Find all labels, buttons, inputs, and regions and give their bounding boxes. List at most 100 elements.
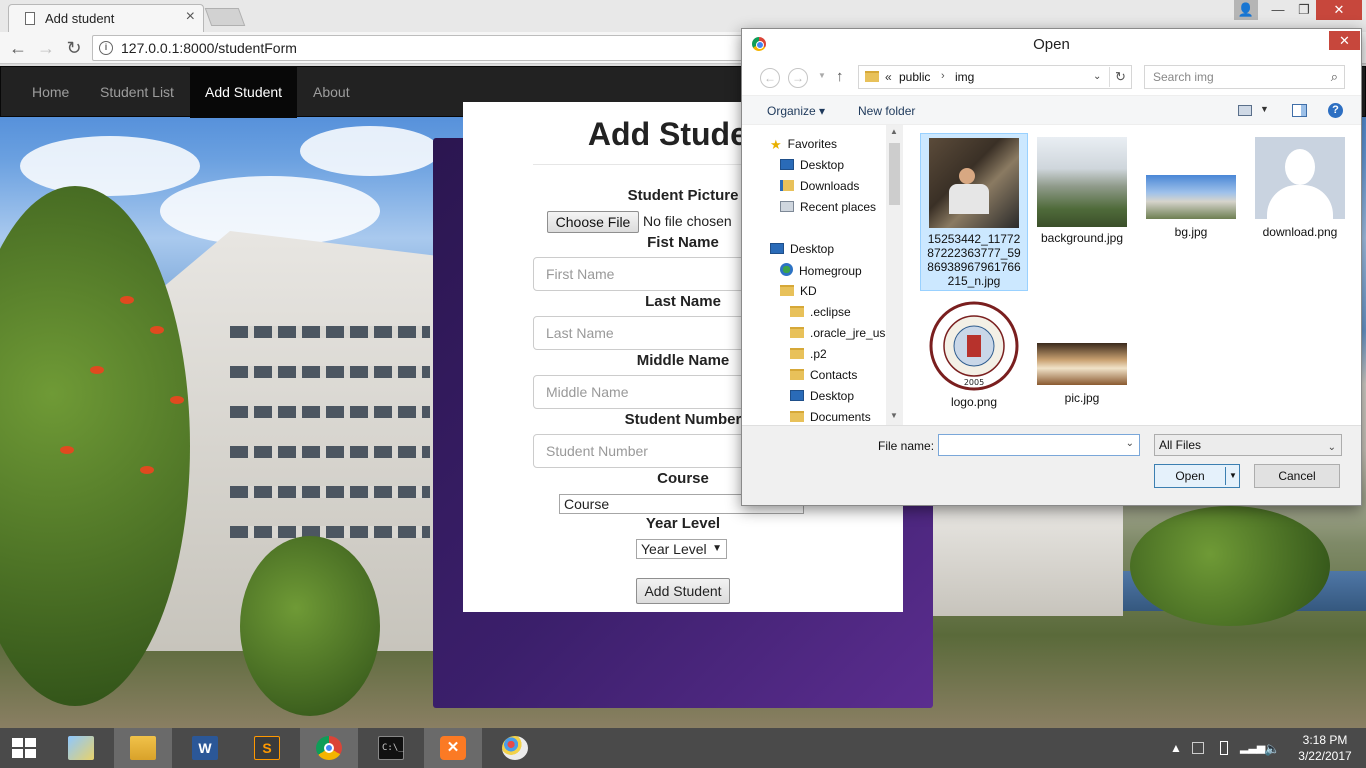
file-name: 15253442_1177287222363777_59869389679617… [927,232,1021,288]
tree-item-label: KD [800,284,817,298]
browser-tab[interactable]: Add student × [8,4,204,32]
system-clock[interactable]: 3:18 PM 3/22/2017 [1290,732,1360,764]
tree-item-oracle-jre[interactable]: .oracle_jre_usa [790,326,892,340]
cloud-decoration [300,126,440,176]
forward-button[interactable]: → [34,36,58,60]
minimize-button[interactable]: — [1264,0,1292,20]
start-button[interactable] [0,728,50,768]
search-input[interactable]: Search img ⌕ [1144,65,1345,89]
taskbar-file-manager[interactable] [114,728,172,768]
year-level-select[interactable]: Year Level ▼ [636,539,727,559]
file-item[interactable]: pic.jpg [1028,297,1136,405]
leaf-decoration [150,326,164,334]
path-segment-img[interactable]: img [955,70,974,84]
building-windows [230,406,430,418]
forward-arrow-icon[interactable]: → [788,68,808,88]
taskbar: W S C:\_ ✕ ▲ ▂▃▅ 🔈 3:18 PM 3/22/2017 [0,728,1366,768]
file-item[interactable]: 2005 logo.png [920,297,1028,409]
new-folder-button[interactable]: New folder [858,104,915,118]
tab-close-icon[interactable]: × [186,8,195,26]
address-bar[interactable]: i 127.0.0.1:8000/studentForm [92,35,752,61]
preview-pane-icon[interactable] [1292,104,1307,117]
tree-item-kd[interactable]: KD [780,284,817,298]
nav-student-list[interactable]: Student List [85,67,189,118]
file-item[interactable]: background.jpg [1028,133,1136,245]
nav-about[interactable]: About [298,67,365,118]
taskbar-sublime[interactable]: S [238,728,296,768]
chevron-down-icon[interactable]: ⌄ [1126,438,1134,449]
open-dropdown-icon[interactable]: ▼ [1227,465,1239,487]
taskbar-command-prompt[interactable]: C:\_ [362,728,420,768]
action-center-icon[interactable] [1192,742,1204,754]
file-name: logo.png [950,395,998,409]
open-button[interactable]: Open ▼ [1154,464,1240,488]
window-close-button[interactable]: ✕ [1316,0,1362,20]
info-icon[interactable]: i [99,41,113,55]
photo-thumbnail [929,138,1019,228]
file-item[interactable]: bg.jpg [1137,133,1245,239]
scroll-up-icon[interactable]: ▲ [890,127,898,136]
organize-button[interactable]: Organize ▾ [767,104,825,118]
taskbar-word[interactable]: W [176,728,234,768]
path-segment-public[interactable]: public [899,70,930,84]
seal-year: 2005 [964,378,984,387]
navigation-scrollbar[interactable]: ▲ ▼ [886,125,903,425]
maximize-button[interactable]: ❐ [1292,0,1316,20]
view-options-icon[interactable] [1238,105,1252,116]
refresh-icon[interactable]: ↻ [1115,69,1126,85]
chevron-down-icon[interactable]: ⌄ [1093,71,1101,82]
tree-item-contacts[interactable]: Contacts [790,368,857,382]
taskbar-xampp[interactable]: ✕ [424,728,482,768]
word-icon: W [192,736,218,760]
tree-item-homegroup[interactable]: Homegroup [780,263,862,278]
path-overflow[interactable]: « [885,70,892,84]
show-hidden-icons[interactable]: ▲ [1170,741,1182,755]
new-tab-button[interactable] [204,8,246,26]
cancel-button[interactable]: Cancel [1254,464,1340,488]
image-thumbnail [1037,343,1127,385]
tree-item-recent-places[interactable]: Recent places [780,200,876,214]
image-thumbnail [1037,137,1127,227]
file-item[interactable]: download.png [1246,133,1354,239]
up-arrow-icon[interactable]: ↑ [836,68,844,85]
choose-file-button[interactable]: Choose File [547,211,639,233]
navigation-pane: ★ Favorites Desktop Downloads Recent plac… [742,125,902,425]
file-name: bg.jpg [1174,225,1208,239]
chrome-icon [316,736,342,760]
tree-item-favorites[interactable]: ★ Favorites [770,137,838,152]
tree-item-label: Recent places [800,200,877,214]
taskbar-chrome[interactable] [300,728,358,768]
tree-item-desktop[interactable]: Desktop [780,158,844,172]
file-item[interactable]: 15253442_1177287222363777_59869389679617… [920,133,1028,291]
tree-item-downloads[interactable]: Downloads [780,179,859,193]
nav-home[interactable]: Home [17,67,84,118]
reload-button[interactable]: ↻ [62,36,86,60]
add-student-button[interactable]: Add Student [636,578,730,604]
file-type-select[interactable]: All Files ⌄ [1154,434,1342,456]
history-dropdown-icon[interactable]: ▼ [818,71,826,80]
tree-item-p2[interactable]: .p2 [790,347,827,361]
view-dropdown-icon[interactable]: ▼ [1260,104,1269,114]
back-arrow-icon[interactable]: ← [760,68,780,88]
tree-item-label: Favorites [787,137,838,151]
battery-icon[interactable] [1220,741,1228,755]
path-bar[interactable]: « public › img ⌄ ↻ [858,65,1132,89]
user-icon[interactable]: 👤 [1234,0,1258,20]
tree-item-desktop-root[interactable]: Desktop [770,242,834,256]
file-name-input[interactable]: ⌄ [938,434,1140,456]
volume-icon[interactable]: 🔈 [1264,741,1280,757]
signal-icon[interactable]: ▂▃▅ [1240,741,1265,754]
nav-add-student[interactable]: Add Student [190,67,298,118]
tree-item-eclipse[interactable]: .eclipse [790,305,851,319]
tree-item-documents[interactable]: Documents [790,410,871,424]
tree-item-label: Documents [810,410,871,424]
taskbar-paint[interactable] [486,728,544,768]
dialog-close-button[interactable]: ✕ [1329,31,1360,50]
file-type-value: All Files [1159,438,1202,452]
taskbar-file-explorer[interactable] [52,728,110,768]
scroll-down-icon[interactable]: ▼ [890,411,898,420]
scrollbar-thumb[interactable] [889,143,900,205]
back-button[interactable]: ← [6,36,30,60]
help-icon[interactable]: ? [1328,103,1343,118]
tree-item-desktop-user[interactable]: Desktop [790,389,854,403]
